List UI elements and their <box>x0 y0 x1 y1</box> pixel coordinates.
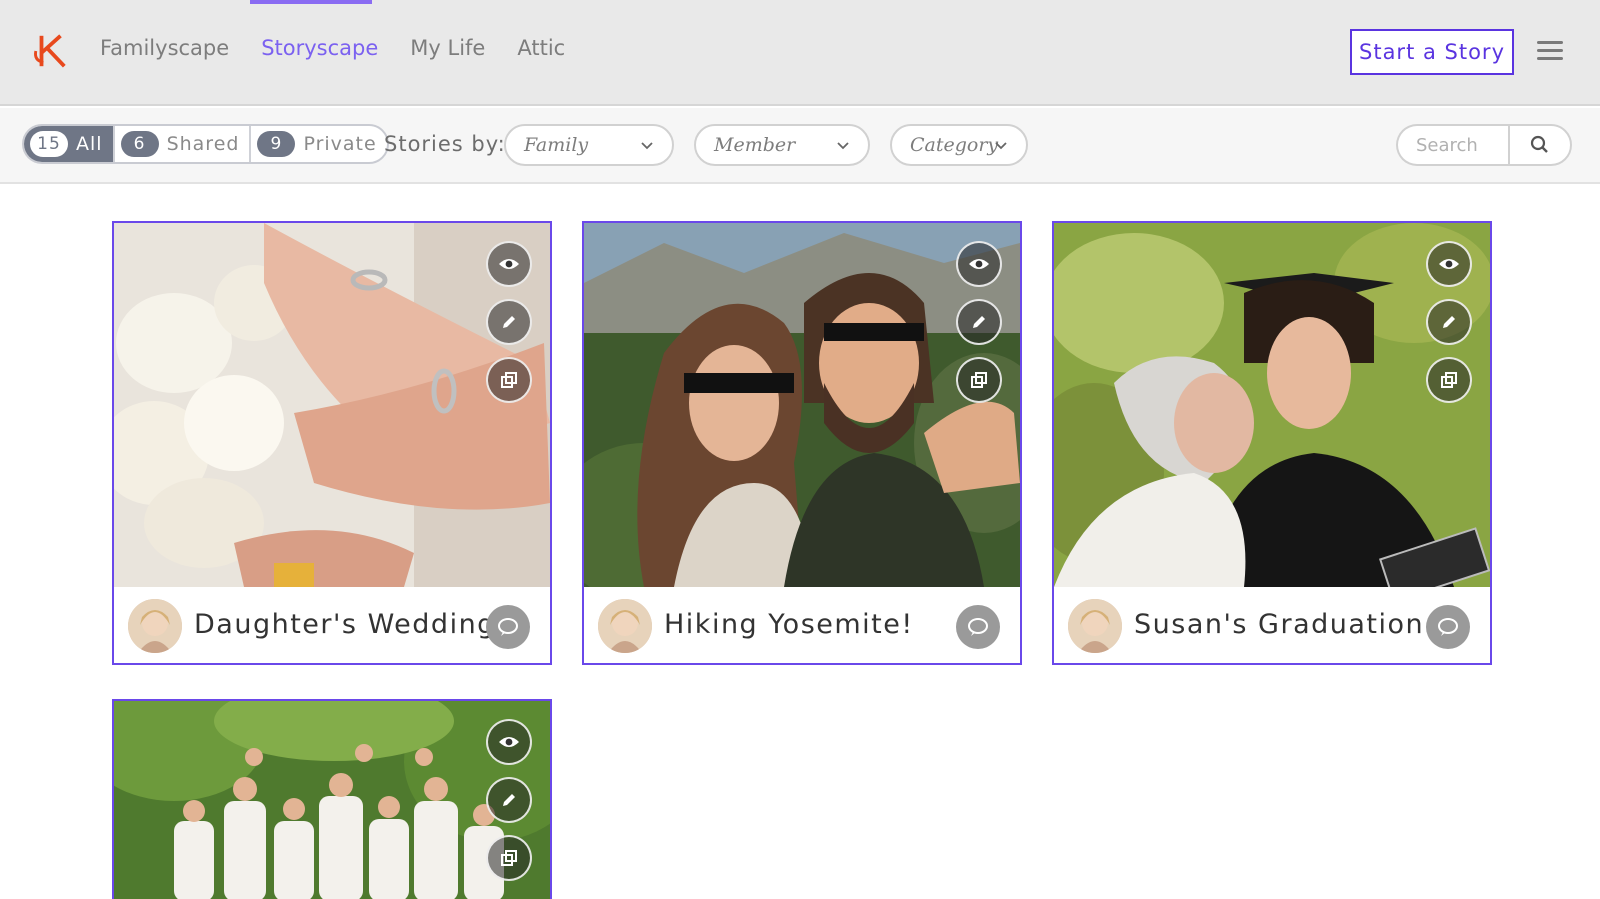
count-badge: 15 <box>30 131 68 157</box>
dropdown-label: Category <box>910 134 999 156</box>
logo-icon[interactable] <box>32 32 70 70</box>
edit-button[interactable] <box>486 777 532 823</box>
search-box <box>1396 124 1572 166</box>
start-story-button[interactable]: Start a Story <box>1350 29 1514 75</box>
story-card[interactable]: Hiking Yosemite! <box>582 221 1022 665</box>
dropdown-label: Family <box>524 134 589 156</box>
family-dropdown[interactable]: Family <box>504 124 674 166</box>
author-avatar[interactable] <box>128 599 182 653</box>
main-nav: Familyscape Storyscape My Life Attic <box>100 36 597 60</box>
copy-button[interactable] <box>486 357 532 403</box>
comments-button[interactable] <box>956 605 1000 649</box>
pencil-icon <box>503 316 515 328</box>
copy-button[interactable] <box>486 835 532 881</box>
edit-button[interactable] <box>486 299 532 345</box>
pencil-icon <box>1443 316 1455 328</box>
eye-icon <box>969 259 989 269</box>
eye-icon <box>1439 259 1459 269</box>
story-title[interactable]: Susan's Graduation <box>1134 609 1424 640</box>
member-dropdown[interactable]: Member <box>694 124 870 166</box>
pencil-icon <box>973 316 985 328</box>
view-button[interactable] <box>956 241 1002 287</box>
nav-storyscape[interactable]: Storyscape <box>261 36 378 60</box>
filter-label: Shared <box>166 133 240 155</box>
story-photo[interactable] <box>114 701 550 899</box>
comments-button[interactable] <box>1426 605 1470 649</box>
chevron-down-icon <box>995 142 1007 150</box>
copy-icon <box>501 372 517 388</box>
copy-icon <box>1441 372 1457 388</box>
filter-label: All <box>76 133 103 155</box>
category-dropdown[interactable]: Category <box>890 124 1028 166</box>
story-card-footer: Hiking Yosemite! <box>584 587 1020 663</box>
comment-icon <box>498 618 518 636</box>
filter-private[interactable]: 9 Private <box>251 126 386 162</box>
story-title[interactable]: Hiking Yosemite! <box>664 609 914 640</box>
dropdown-label: Member <box>714 134 796 156</box>
count-badge: 6 <box>120 131 159 157</box>
hamburger-menu-icon[interactable] <box>1537 41 1563 63</box>
story-card-footer: Daughter's Wedding <box>114 587 550 663</box>
story-card-footer: Susan's Graduation <box>1054 587 1490 663</box>
story-photo[interactable] <box>114 223 550 587</box>
story-title[interactable]: Daughter's Wedding <box>194 609 496 640</box>
filter-shared[interactable]: 6 Shared <box>115 126 252 162</box>
copy-icon <box>501 850 517 866</box>
filter-label: Private <box>303 133 377 155</box>
edit-button[interactable] <box>956 299 1002 345</box>
author-avatar[interactable] <box>598 599 652 653</box>
search-icon <box>1530 135 1548 153</box>
view-button[interactable] <box>486 719 532 765</box>
eye-icon <box>499 259 519 269</box>
edit-button[interactable] <box>1426 299 1472 345</box>
nav-my-life[interactable]: My Life <box>410 36 485 60</box>
search-button[interactable] <box>1508 124 1572 166</box>
comments-button[interactable] <box>486 605 530 649</box>
comment-icon <box>1438 618 1458 636</box>
pencil-icon <box>503 794 515 806</box>
top-header: Familyscape Storyscape My Life Attic Sta… <box>0 0 1600 106</box>
nav-familyscape[interactable]: Familyscape <box>100 36 229 60</box>
stories-by-label: Stories by: <box>384 132 506 156</box>
filter-all[interactable]: 15 All <box>24 126 115 162</box>
active-nav-indicator <box>250 0 372 4</box>
story-photo[interactable] <box>1054 223 1490 587</box>
comment-icon <box>968 618 988 636</box>
count-badge: 9 <box>257 131 296 157</box>
chevron-down-icon <box>837 142 849 150</box>
nav-attic[interactable]: Attic <box>517 36 565 60</box>
view-button[interactable] <box>1426 241 1472 287</box>
story-photo[interactable] <box>584 223 1020 587</box>
filter-bar: 15 All 6 Shared 9 Private Stories by: Fa… <box>0 108 1600 184</box>
story-filter-segments: 15 All 6 Shared 9 Private <box>22 124 389 164</box>
author-avatar[interactable] <box>1068 599 1122 653</box>
search-input[interactable] <box>1396 124 1508 166</box>
copy-button[interactable] <box>1426 357 1472 403</box>
copy-icon <box>971 372 987 388</box>
copy-button[interactable] <box>956 357 1002 403</box>
story-card[interactable]: Daughter's Wedding <box>112 221 552 665</box>
chevron-down-icon <box>641 142 653 150</box>
eye-icon <box>499 737 519 747</box>
story-card[interactable]: Susan's Graduation <box>1052 221 1492 665</box>
view-button[interactable] <box>486 241 532 287</box>
story-card[interactable] <box>112 699 552 899</box>
